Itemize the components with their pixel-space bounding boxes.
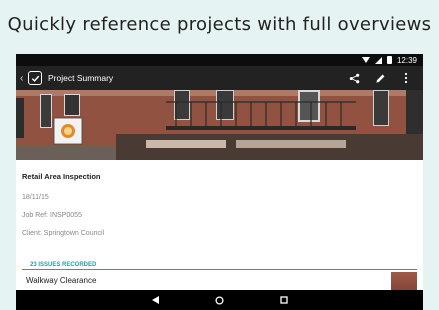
back-chevron-icon[interactable]: ‹ — [20, 73, 28, 84]
project-details: Retail Area Inspection 18/11/15 Job Ref:… — [16, 160, 423, 237]
more-options-button[interactable] — [393, 72, 419, 84]
page-title: Project Summary — [48, 73, 114, 83]
issues-count-header: 23 ISSUES RECORDED — [22, 260, 417, 270]
project-hero-photo — [16, 90, 423, 160]
nav-recents-button[interactable] — [277, 293, 291, 307]
edit-icon — [375, 74, 384, 83]
app-bar: ‹ Project Summary — [16, 66, 423, 90]
more-vert-icon — [404, 72, 408, 84]
project-date: 18/11/15 — [22, 194, 49, 201]
status-bar: 12:39 — [16, 54, 423, 66]
promo-headline: Quickly reference projects with full ove… — [7, 14, 432, 35]
recents-icon — [279, 296, 288, 304]
signal-icon — [374, 56, 382, 64]
system-nav-bar — [16, 290, 423, 310]
share-button[interactable] — [341, 73, 367, 84]
share-icon — [349, 73, 359, 83]
project-client: Client: Springtown Council — [22, 230, 105, 237]
status-time: 12:39 — [396, 55, 417, 65]
project-job-ref: Job Ref: INSP0055 — [22, 212, 82, 219]
home-icon — [215, 295, 224, 305]
device-screen: 12:39 ‹ Project Summary Retail Area Insp… — [16, 54, 423, 310]
back-icon — [152, 296, 159, 304]
project-title: Retail Area Inspection — [22, 172, 101, 181]
nav-back-button[interactable] — [149, 293, 163, 307]
wifi-icon — [361, 57, 370, 63]
nav-home-button[interactable] — [213, 293, 227, 307]
issue-title: Walkway Clearance — [26, 276, 97, 285]
edit-button[interactable] — [367, 73, 393, 84]
app-logo-icon[interactable] — [28, 71, 42, 85]
battery-icon — [386, 56, 392, 64]
